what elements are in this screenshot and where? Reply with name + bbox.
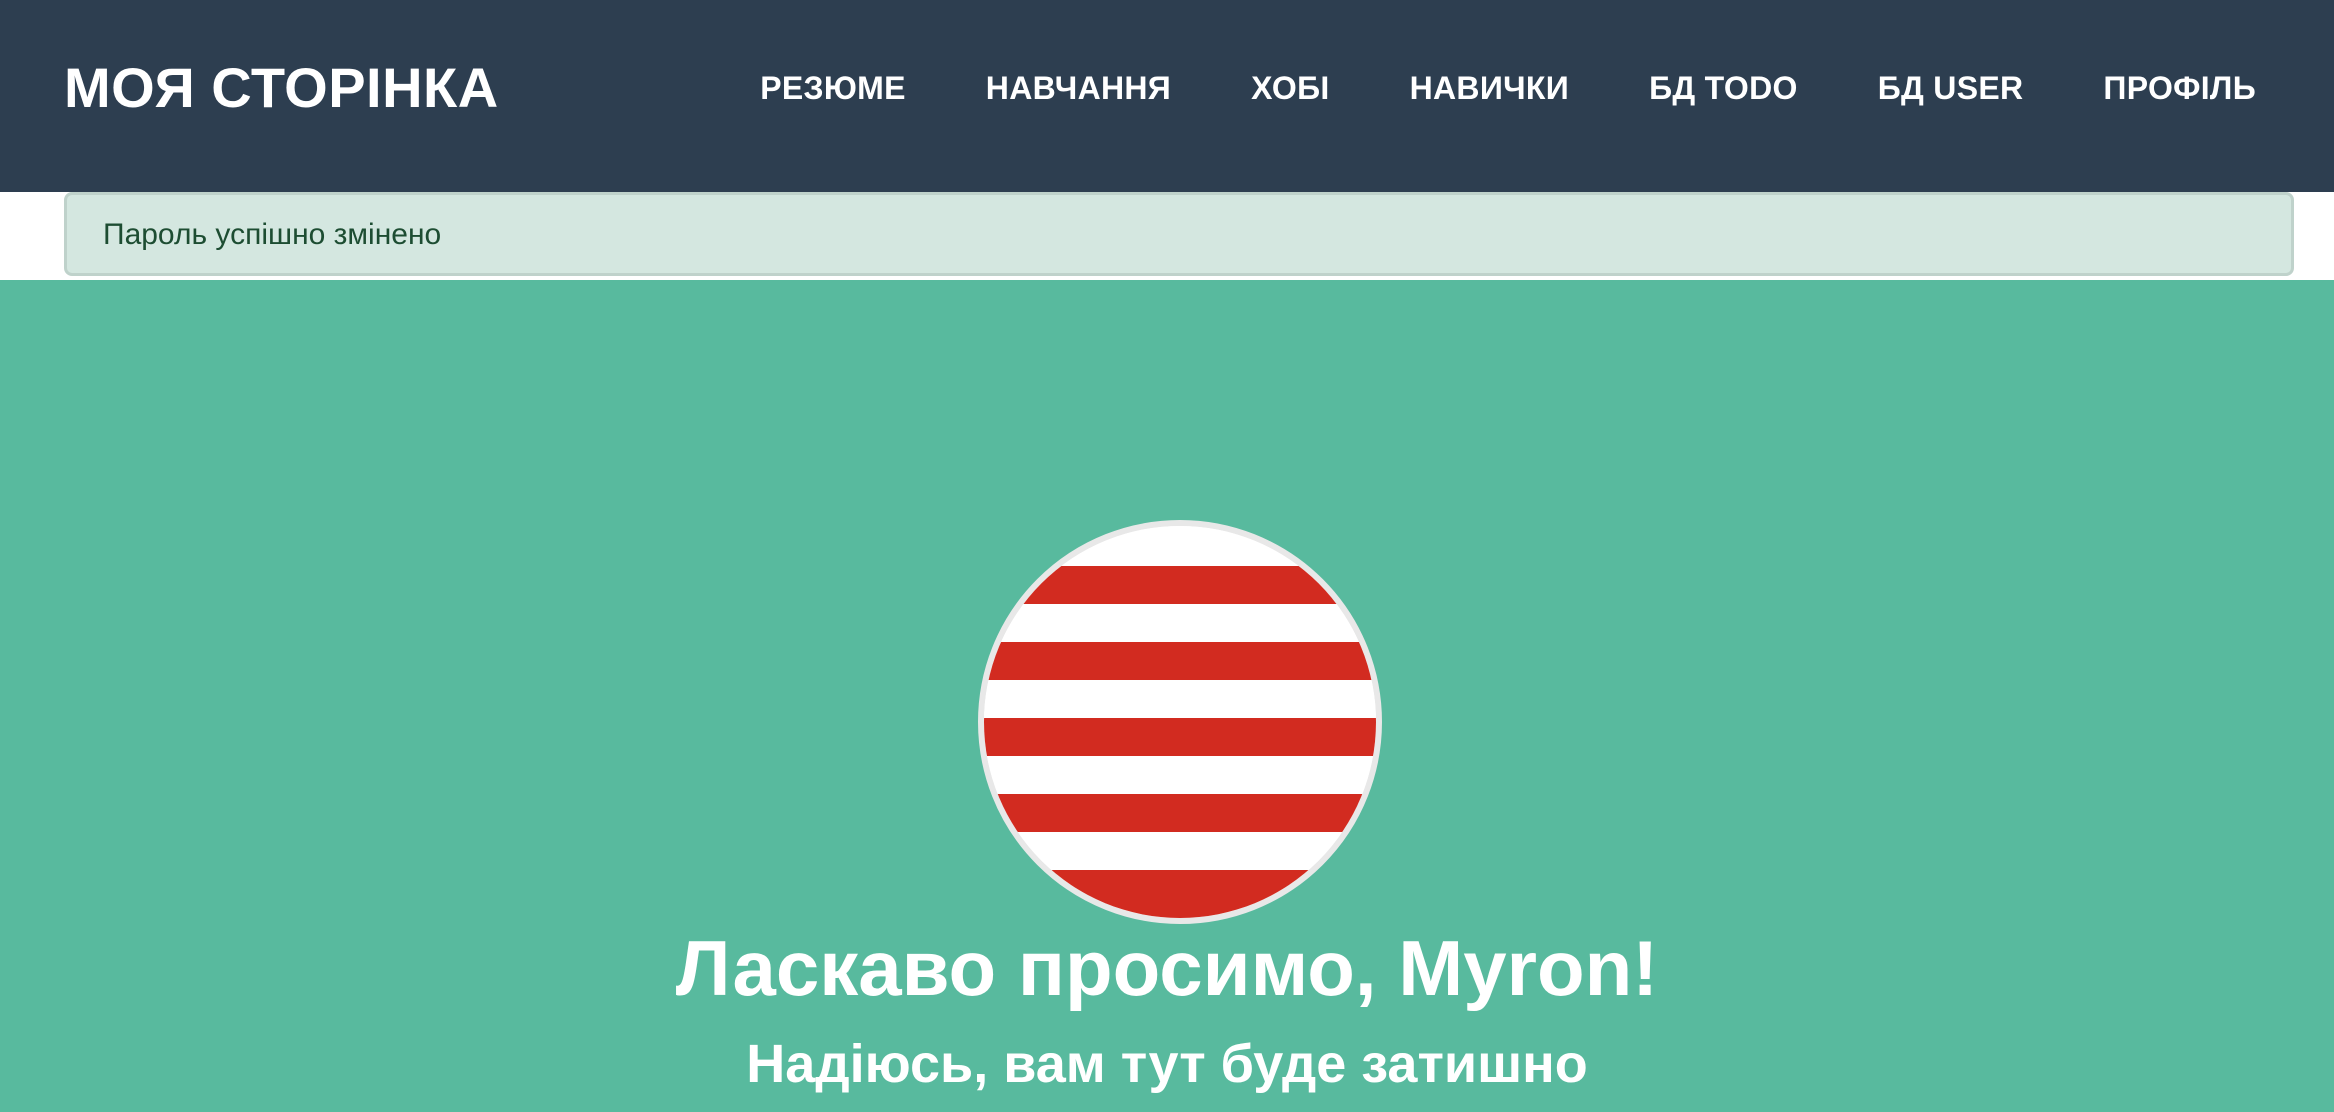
- brand-logo-link[interactable]: МОЯ СТОРІНКА: [64, 58, 499, 118]
- alert-message: Пароль успішно змінено: [103, 218, 442, 251]
- nav-links: РЕЗЮМЕ НАВЧАННЯ ХОБІ НАВИЧКИ БД TODO БД …: [760, 66, 2256, 110]
- masthead: Ласкаво просимо, Myron! Надіюсь, вам тут…: [0, 280, 2334, 1112]
- nav-link-db-todo[interactable]: БД TODO: [1649, 70, 1798, 106]
- welcome-subtitle: Надіюсь, вам тут буде затишно: [746, 1034, 1588, 1094]
- nav-link-profile[interactable]: ПРОФІЛЬ: [2103, 70, 2256, 106]
- welcome-heading: Ласкаво просимо, Myron!: [675, 924, 1659, 1012]
- nav-link-education[interactable]: НАВЧАННЯ: [986, 70, 1171, 106]
- top-navbar: МОЯ СТОРІНКА РЕЗЮМЕ НАВЧАННЯ ХОБІ НАВИЧК…: [0, 0, 2334, 192]
- nav-link-hobbies[interactable]: ХОБІ: [1251, 70, 1330, 106]
- nav-link-db-user[interactable]: БД USER: [1878, 70, 2024, 106]
- nav-link-resume[interactable]: РЕЗЮМЕ: [760, 70, 906, 106]
- red-white-striped-circle-avatar-icon: [984, 526, 1376, 918]
- nav-link-skills[interactable]: НАВИЧКИ: [1410, 70, 1569, 106]
- avatar: [978, 520, 1382, 924]
- alert-container: Пароль успішно змінено: [0, 192, 2334, 280]
- success-alert: Пароль успішно змінено: [64, 192, 2294, 276]
